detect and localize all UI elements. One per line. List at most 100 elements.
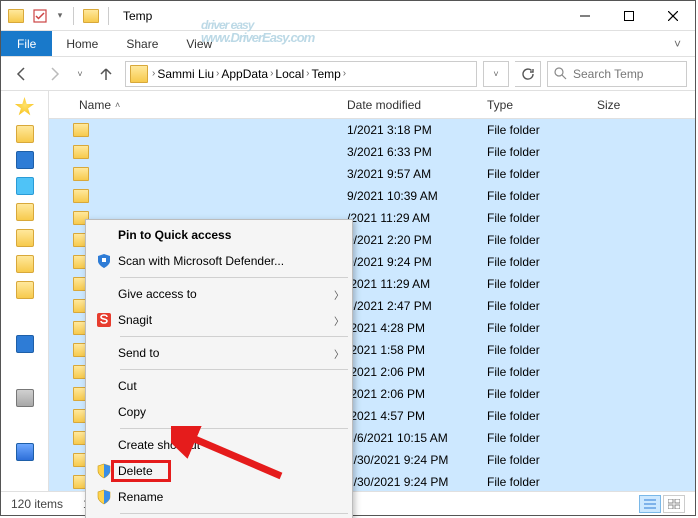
ribbon-tabs: File Home Share View ˅ [1,31,695,57]
menu-label: Rename [118,490,344,504]
file-date: 8/6/2021 10:15 AM [341,431,481,445]
menu-label: Give access to [118,287,334,301]
file-date: /2021 11:29 AM [341,277,481,291]
menu-label: Scan with Microsoft Defender... [118,254,344,268]
file-type: File folder [481,299,591,313]
tab-view[interactable]: View [172,31,226,56]
menu-separator [120,336,348,337]
tab-file[interactable]: File [1,31,52,56]
sidebar-item[interactable] [16,281,34,299]
file-date: /2021 4:57 PM [341,409,481,423]
file-date: /2021 2:06 PM [341,387,481,401]
folder-icon [73,145,89,159]
sidebar-item[interactable] [16,151,34,169]
folder-icon-2 [80,5,102,27]
menu-item-scan-with-microsoft-defender-[interactable]: Scan with Microsoft Defender... [86,248,352,274]
search-input[interactable]: Search Temp [547,61,687,87]
ribbon-expand[interactable]: ˅ [660,31,695,56]
file-date: /2021 2:06 PM [341,365,481,379]
sidebar-thispc-icon[interactable] [16,389,34,407]
menu-label: Create shortcut [118,438,344,452]
menu-item-send-to[interactable]: Send to 〉 [86,340,352,366]
maximize-button[interactable] [607,1,651,31]
breadcrumb[interactable]: › Sammi Liu › AppData › Local › Temp › [125,61,477,87]
column-headers[interactable]: Name ˄ Date modified Type Size [49,91,695,119]
menu-label: Snagit [118,313,334,327]
folder-icon [73,189,89,203]
menu-item-rename[interactable]: Rename [86,484,352,510]
menu-item-copy[interactable]: Copy [86,399,352,425]
file-date: 0/2021 9:24 PM [341,255,481,269]
table-row[interactable]: 9/2021 10:39 AM File folder [49,185,695,207]
col-size: Size [591,98,651,112]
file-date: /2021 11:29 AM [341,211,481,225]
qat-properties[interactable] [29,5,51,27]
nav-forward[interactable] [41,61,67,87]
file-date: 1/2021 3:18 PM [341,123,481,137]
sidebar-item[interactable] [16,255,34,273]
sidebar-item[interactable] [16,125,34,143]
tab-share[interactable]: Share [112,31,172,56]
file-date: 3/2021 6:33 PM [341,145,481,159]
file-date: 3/2021 9:57 AM [341,167,481,181]
file-type: File folder [481,255,591,269]
shield-icon [90,487,118,507]
view-details-button[interactable] [639,495,661,513]
menu-separator [120,513,348,514]
sidebar-item[interactable] [16,177,34,195]
file-type: File folder [481,321,591,335]
menu-item-snagit[interactable]: Snagit 〉 [86,307,352,333]
sidebar-network-icon[interactable] [16,443,34,461]
file-date: 0/2021 2:20 PM [341,233,481,247]
table-row[interactable]: 3/2021 6:33 PM File folder [49,141,695,163]
sidebar-quick-access-icon[interactable] [15,97,35,117]
menu-item-give-access-to[interactable]: Give access to 〉 [86,281,352,307]
submenu-arrow-icon: 〉 [334,346,344,361]
blank-icon [90,435,118,455]
search-icon [554,67,567,80]
qat-dropdown[interactable]: ▾ [53,5,67,27]
status-item-count: 120 items [11,497,63,511]
file-type: File folder [481,453,591,467]
sidebar[interactable] [1,91,49,491]
breadcrumb-dropdown[interactable]: ˅ [483,61,509,87]
minimize-button[interactable] [563,1,607,31]
blank-icon [90,343,118,363]
sidebar-item[interactable] [16,203,34,221]
sidebar-item[interactable] [16,229,34,247]
tab-home[interactable]: Home [52,31,112,56]
file-type: File folder [481,277,591,291]
nav-recent-dropdown[interactable]: ˅ [73,61,87,87]
blank-icon [90,376,118,396]
close-button[interactable] [651,1,695,31]
view-icons-button[interactable] [663,495,685,513]
blank-icon [90,402,118,422]
folder-icon [73,123,89,137]
search-placeholder: Search Temp [573,67,643,81]
table-row[interactable]: 3/2021 9:57 AM File folder [49,163,695,185]
menu-label: Copy [118,405,344,419]
folder-icon [5,5,27,27]
blank-icon [90,284,118,304]
refresh-button[interactable] [515,61,541,87]
file-type: File folder [481,167,591,181]
window-title: Temp [117,9,563,23]
menu-label: Cut [118,379,344,393]
menu-item-cut[interactable]: Cut [86,373,352,399]
file-type: File folder [481,343,591,357]
table-row[interactable]: 1/2021 3:18 PM File folder [49,119,695,141]
file-type: File folder [481,123,591,137]
file-type: File folder [481,365,591,379]
nav-back[interactable] [9,61,35,87]
menu-separator [120,428,348,429]
sidebar-onedrive-icon[interactable] [16,335,34,353]
nav-up[interactable] [93,61,119,87]
file-type: File folder [481,387,591,401]
menu-item-create-shortcut[interactable]: Create shortcut [86,432,352,458]
blank-icon [90,225,118,245]
shield-icon [90,461,118,481]
menu-label: Delete [118,464,344,478]
menu-item-delete[interactable]: Delete [86,458,352,484]
menu-item-pin-to-quick-access[interactable]: Pin to Quick access [86,222,352,248]
file-type: File folder [481,431,591,445]
